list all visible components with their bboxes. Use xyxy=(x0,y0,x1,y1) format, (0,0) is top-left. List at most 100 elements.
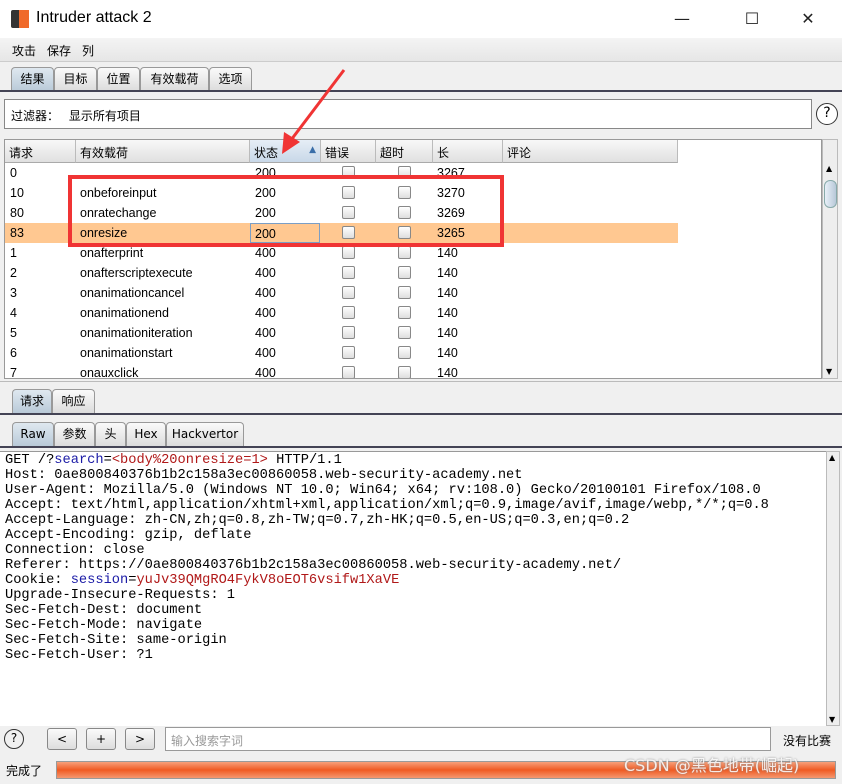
match-count: 没有比赛 xyxy=(783,734,832,748)
tab-headers[interactable]: 头 xyxy=(95,422,126,446)
error-checkbox xyxy=(342,346,355,359)
burp-logo-icon xyxy=(11,10,29,28)
cell-status: 400 xyxy=(255,326,276,340)
tab-results[interactable]: 结果 xyxy=(11,67,54,91)
column-header-request[interactable]: 请求 xyxy=(5,140,76,163)
cell-length: 140 xyxy=(437,286,458,300)
filter-value: 显示所有项目 xyxy=(68,109,141,123)
add-button[interactable]: + xyxy=(86,728,116,750)
cell-status: 400 xyxy=(255,366,276,379)
cell-request: 3 xyxy=(10,286,17,300)
cell-status: 400 xyxy=(255,246,276,260)
menu-columns[interactable]: 列 xyxy=(82,42,94,59)
status-text: 完成了 xyxy=(6,764,43,778)
cell-request: 83 xyxy=(10,226,24,240)
error-checkbox xyxy=(342,286,355,299)
cell-status: 400 xyxy=(255,346,276,360)
table-row[interactable]: 6 onanimationstart 400 140 xyxy=(5,343,678,363)
menu-attack[interactable]: 攻击 xyxy=(12,42,36,59)
timeout-checkbox xyxy=(398,286,411,299)
request-line: User-Agent: Mozilla/5.0 (Windows NT 10.0… xyxy=(5,483,761,498)
table-row[interactable]: 5 onanimationiteration 400 140 xyxy=(5,323,678,343)
watermark: CSDN @黑色地带(崛起) xyxy=(624,756,800,775)
scroll-down-icon[interactable]: ▼ xyxy=(829,715,835,724)
request-line: Sec-Fetch-User: ?1 xyxy=(5,648,153,663)
scroll-up-icon[interactable]: ▲ xyxy=(829,453,835,462)
split-pane-divider[interactable] xyxy=(0,381,842,385)
cell-length: 140 xyxy=(437,266,458,280)
cell-request: 2 xyxy=(10,266,17,280)
column-header-payload[interactable]: 有效载荷 xyxy=(76,140,250,163)
error-checkbox xyxy=(342,266,355,279)
request-line: Connection: close xyxy=(5,543,145,558)
tab-response[interactable]: 响应 xyxy=(52,389,95,413)
cell-request: 1 xyxy=(10,246,17,260)
cell-request: 80 xyxy=(10,206,24,220)
tab-request[interactable]: 请求 xyxy=(12,389,52,413)
scroll-up-icon[interactable]: ▲ xyxy=(826,164,832,173)
cell-status: 400 xyxy=(255,286,276,300)
cell-payload: onafterscriptexecute xyxy=(80,266,193,280)
request-line: Host: 0ae800840376b1b2c158a3ec00860058.w… xyxy=(5,468,523,483)
help-icon[interactable]: ? xyxy=(816,103,838,125)
error-checkbox xyxy=(342,366,355,378)
tab-params[interactable]: 参数 xyxy=(54,422,95,446)
tab-raw[interactable]: Raw xyxy=(12,422,54,446)
filter-label: 过滤器： xyxy=(11,109,60,123)
tab-divider xyxy=(0,413,842,415)
table-row[interactable]: 2 onafterscriptexecute 400 140 xyxy=(5,263,678,283)
column-header-length[interactable]: 长 xyxy=(433,140,503,163)
table-scroll-thumb[interactable] xyxy=(824,180,837,208)
timeout-checkbox xyxy=(398,326,411,339)
error-checkbox xyxy=(342,326,355,339)
editor-scrollbar[interactable]: ▲ ▼ xyxy=(826,451,840,726)
timeout-checkbox xyxy=(398,246,411,259)
cell-status: 400 xyxy=(255,266,276,280)
previous-button[interactable]: < xyxy=(47,728,77,750)
column-header-timeout[interactable]: 超时 xyxy=(376,140,433,163)
search-input[interactable]: 输入搜索字词 xyxy=(165,727,771,751)
column-header-comment[interactable]: 评论 xyxy=(503,140,678,163)
cell-request: 7 xyxy=(10,366,17,379)
cell-payload: onauxclick xyxy=(80,366,139,379)
cell-length: 140 xyxy=(437,366,458,379)
maximize-button[interactable]: ☐ xyxy=(730,4,774,34)
cell-request: 10 xyxy=(10,186,24,200)
request-line: Sec-Fetch-Dest: document xyxy=(5,603,203,618)
request-line: Accept-Language: zh-CN,zh;q=0.8,zh-TW;q=… xyxy=(5,513,630,528)
table-row[interactable]: 7 onauxclick 400 140 xyxy=(5,363,678,379)
request-line: Accept-Encoding: gzip, deflate xyxy=(5,528,252,543)
next-button[interactable]: > xyxy=(125,728,155,750)
highlight-box xyxy=(68,175,504,247)
tab-positions[interactable]: 位置 xyxy=(97,67,140,91)
cell-length: 140 xyxy=(437,326,458,340)
timeout-checkbox xyxy=(398,346,411,359)
cell-length: 140 xyxy=(437,346,458,360)
tab-target[interactable]: 目标 xyxy=(54,67,97,91)
table-row[interactable]: 3 onanimationcancel 400 140 xyxy=(5,283,678,303)
tab-options[interactable]: 选项 xyxy=(209,67,252,91)
scroll-down-icon[interactable]: ▼ xyxy=(826,367,832,376)
cell-request: 5 xyxy=(10,326,17,340)
tab-payloads[interactable]: 有效载荷 xyxy=(140,67,209,91)
annotation-arrow-icon xyxy=(282,69,346,154)
request-line: Upgrade-Insecure-Requests: 1 xyxy=(5,588,235,603)
request-line: Accept: text/html,application/xhtml+xml,… xyxy=(5,498,769,513)
menu-save[interactable]: 保存 xyxy=(47,42,71,59)
table-scrollbar[interactable]: ▲ ▼ xyxy=(822,139,838,379)
minimize-button[interactable]: — xyxy=(660,4,704,34)
help-icon[interactable]: ? xyxy=(4,729,24,749)
request-editor[interactable]: GET /?search=<body%20onresize=1> HTTP/1.… xyxy=(0,451,826,726)
tab-divider xyxy=(0,90,842,92)
cell-payload: onanimationend xyxy=(80,306,169,320)
tab-hackvertor[interactable]: Hackvertor xyxy=(166,422,244,446)
menu-bar: 攻击 保存 列 xyxy=(0,38,842,62)
cell-request: 4 xyxy=(10,306,17,320)
filter-bar[interactable]: 过滤器： 显示所有项目 xyxy=(4,99,812,129)
window-title: Intruder attack 2 xyxy=(36,9,152,26)
close-button[interactable]: ✕ xyxy=(786,4,830,34)
cell-payload: onafterprint xyxy=(80,246,144,260)
request-line: Sec-Fetch-Mode: navigate xyxy=(5,618,203,633)
tab-hex[interactable]: Hex xyxy=(126,422,166,446)
table-row[interactable]: 4 onanimationend 400 140 xyxy=(5,303,678,323)
